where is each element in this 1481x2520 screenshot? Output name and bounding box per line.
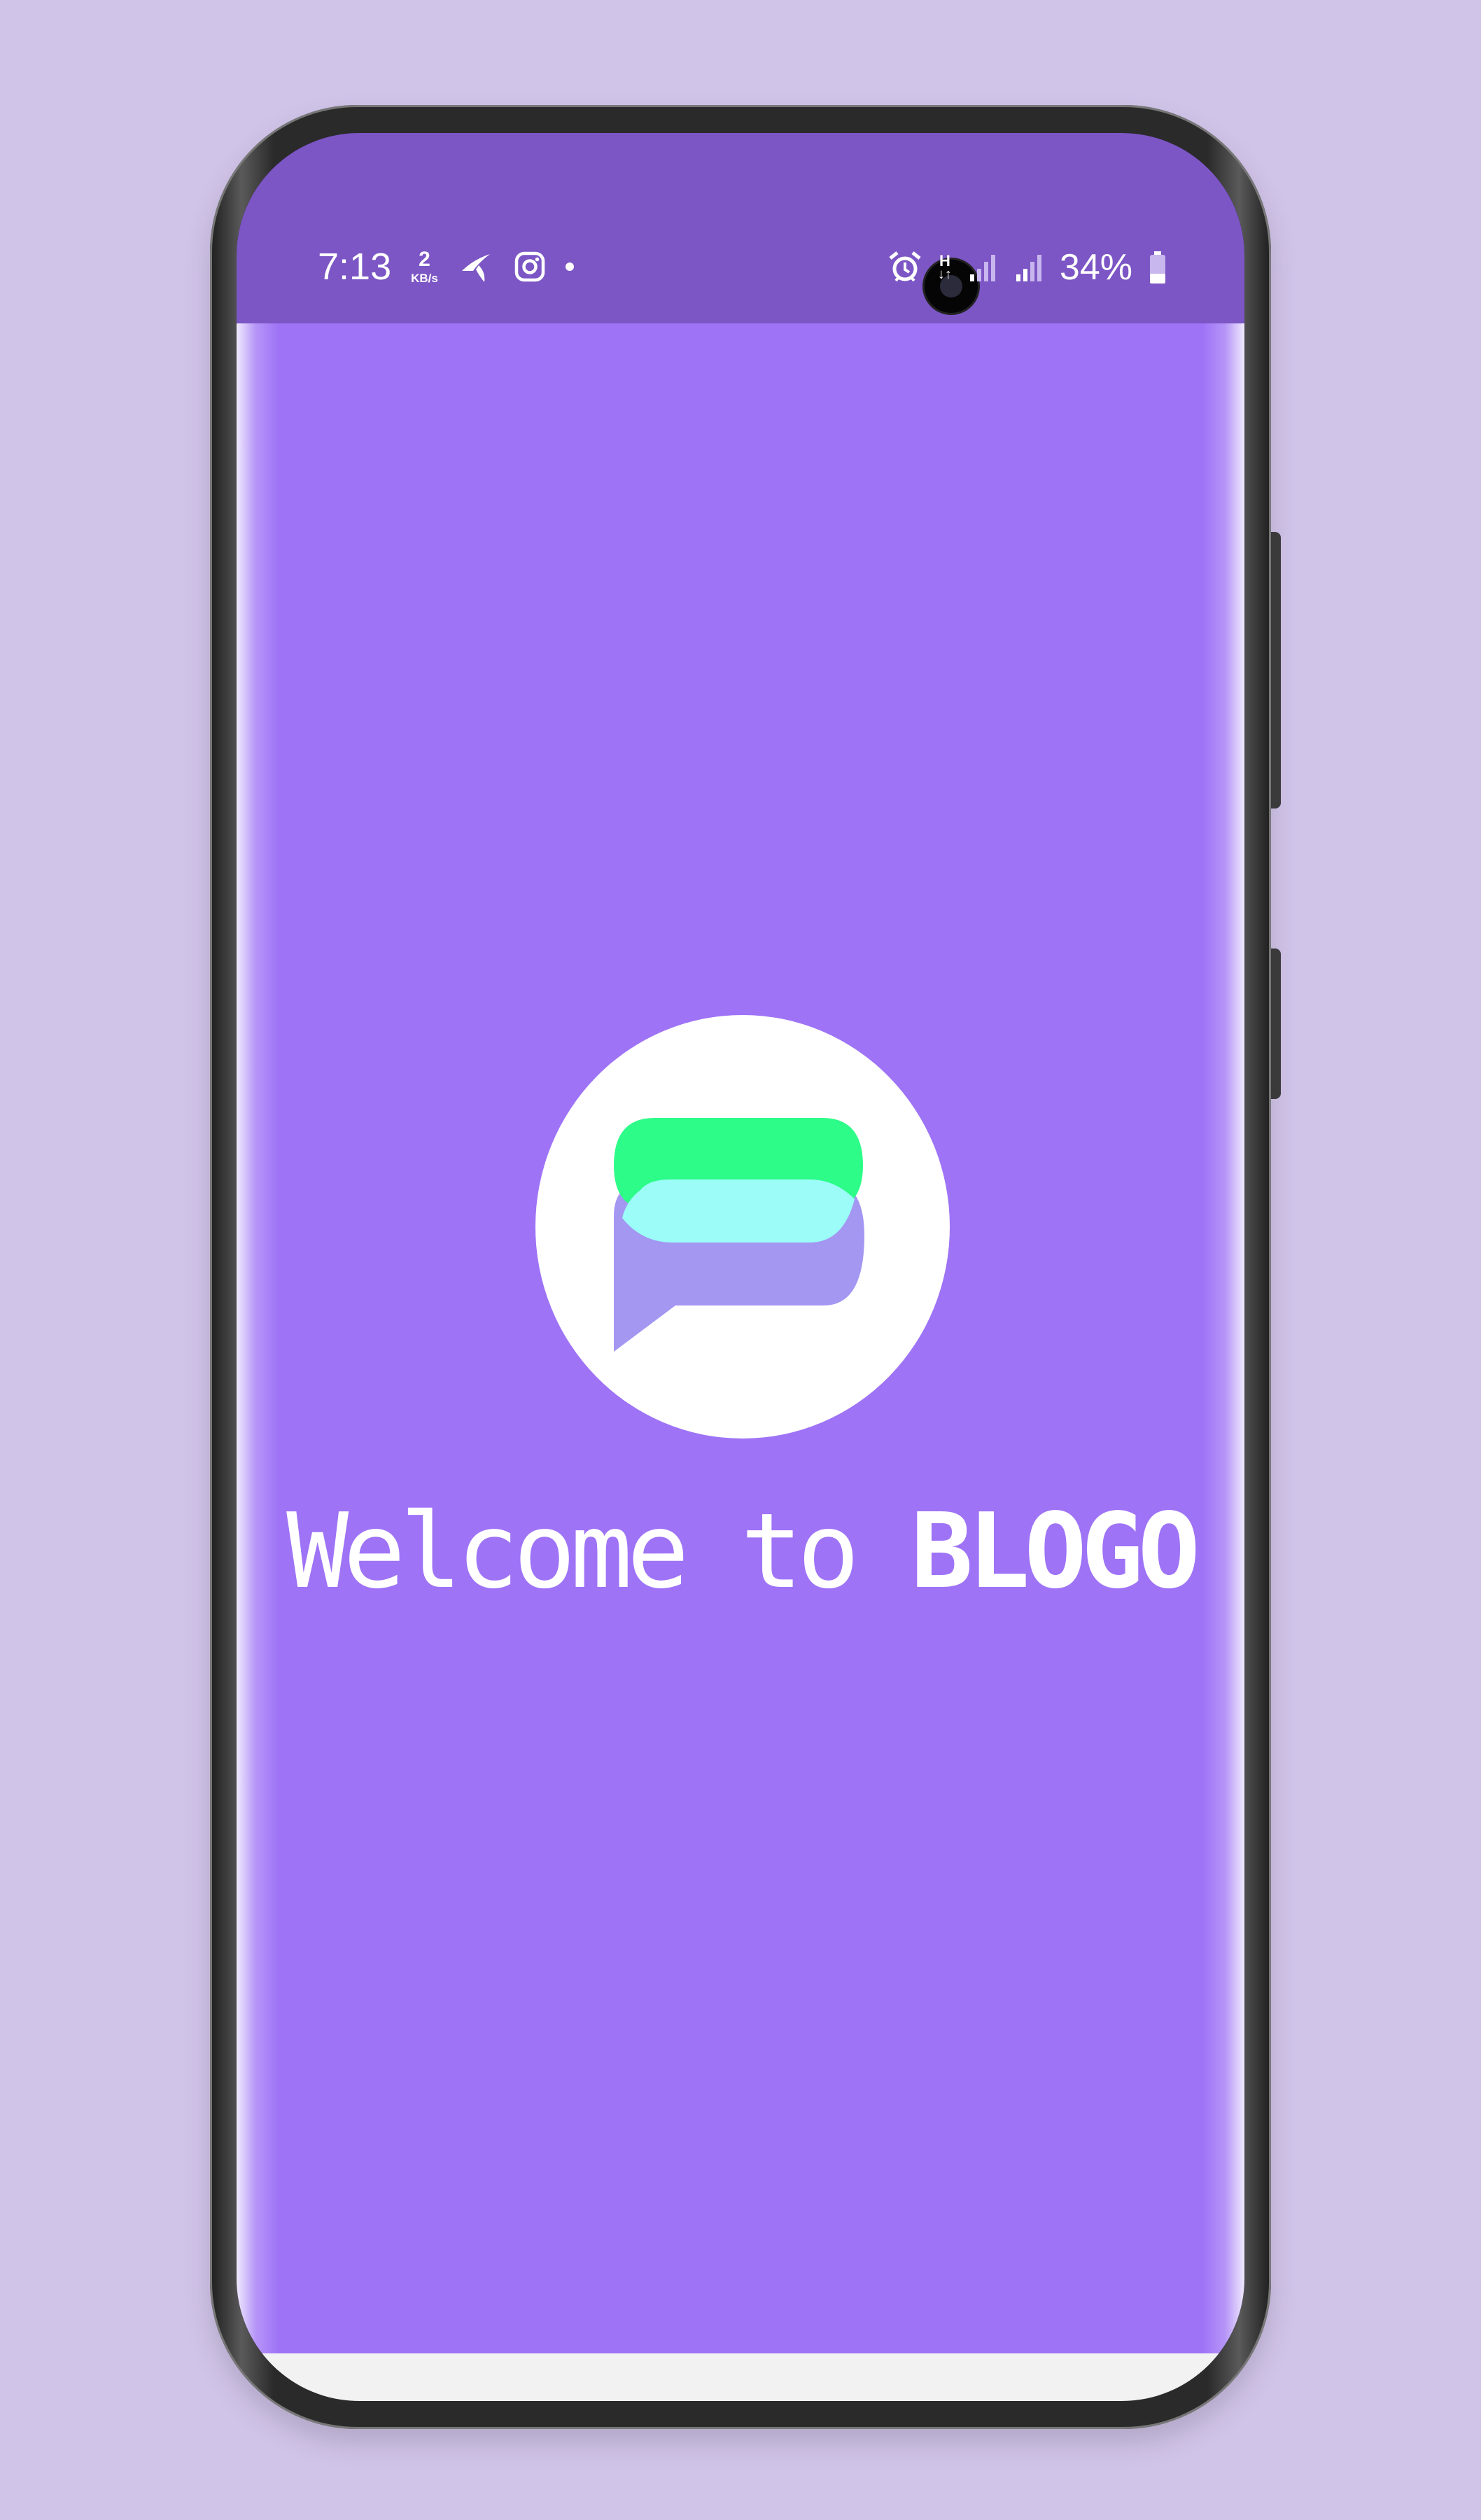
- power-button: [1271, 948, 1281, 1099]
- status-time: 7:13: [318, 246, 392, 288]
- blogo-chat-bubble-logo: [614, 1118, 864, 1352]
- home-button[interactable]: [709, 2392, 772, 2401]
- alarm-icon: [887, 250, 922, 285]
- system-nav-bar: [237, 2353, 1244, 2401]
- signal-icon-2: [1013, 252, 1044, 283]
- recents-button[interactable]: [455, 2392, 518, 2401]
- back-button[interactable]: [992, 2392, 1055, 2401]
- net-speed-value: 2: [419, 248, 430, 271]
- app-logo: [535, 1015, 950, 1438]
- signal-icon-1: [967, 252, 998, 283]
- battery-icon: [1148, 250, 1167, 285]
- splash-screen: Welcome to BLOGO: [237, 323, 1244, 2370]
- status-bar-right: H ↓↑ 34%: [887, 246, 1167, 288]
- brand-name: BLOGO: [911, 1491, 1200, 1611]
- status-bar-left: 7:13 2 KB/s: [318, 245, 574, 288]
- network-type-label: H: [939, 252, 950, 270]
- right-edge-highlight: [1202, 323, 1244, 2370]
- battery-percent: 34%: [1059, 247, 1132, 288]
- volume-button: [1271, 532, 1281, 808]
- network-type: H ↓↑: [937, 252, 952, 282]
- instagram-icon: [514, 251, 546, 283]
- welcome-prefix: Welcome to: [286, 1491, 911, 1611]
- left-edge-highlight: [237, 323, 279, 2370]
- welcome-heading: Welcome to BLOGO: [237, 1499, 1244, 1603]
- net-speed: 2 KB/s: [411, 248, 438, 285]
- net-speed-unit: KB/s: [411, 272, 438, 285]
- status-bar: 7:13 2 KB/s H ↓↑ 34%: [237, 133, 1244, 323]
- data-arrows-icon: ↓↑: [937, 266, 952, 282]
- phone-frame: 7:13 2 KB/s H ↓↑ 34% Welcome to BLOGO: [210, 105, 1271, 2429]
- phone-screen: 7:13 2 KB/s H ↓↑ 34% Welcome to BLOGO: [237, 133, 1244, 2401]
- telenor-icon: [458, 250, 494, 284]
- notification-dot-icon: [565, 262, 574, 271]
